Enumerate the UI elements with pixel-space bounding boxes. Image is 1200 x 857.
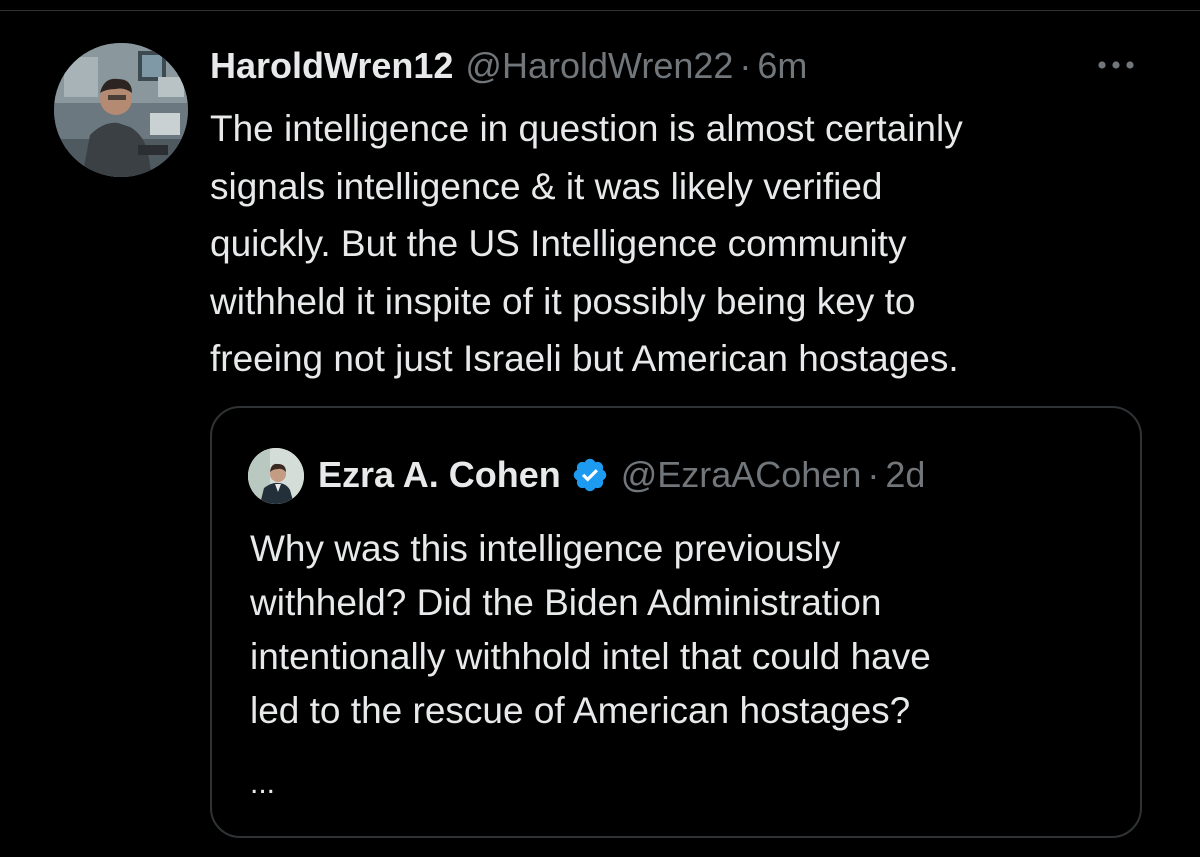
quoted-author-avatar-image — [248, 448, 304, 504]
quoted-author-avatar[interactable] — [248, 448, 304, 504]
quoted-tweet-text: Why was this intelligence previously wit… — [250, 528, 931, 731]
quoted-author-handle[interactable]: @EzraACohen — [621, 452, 862, 498]
quoted-tweet-truncation: ... — [250, 767, 276, 800]
author-avatar[interactable] — [54, 43, 188, 177]
tweet-timestamp[interactable]: 6m — [757, 44, 807, 88]
quoted-header-separator: · — [867, 454, 880, 495]
author-display-name[interactable]: HaroldWren12 — [210, 44, 453, 88]
author-handle[interactable]: @HaroldWren22 — [465, 44, 733, 88]
quoted-author-display-name[interactable]: Ezra A. Cohen — [318, 452, 561, 498]
tweet-text: The intelligence in question is almost c… — [210, 108, 963, 379]
more-horizontal-icon — [1098, 61, 1134, 69]
author-avatar-image — [54, 43, 188, 177]
header-separator: · — [739, 45, 752, 86]
quoted-tweet-timestamp[interactable]: 2d — [885, 452, 925, 498]
quoted-tweet[interactable]: Ezra A. Cohen @EzraACohen · 2d Why was t… — [210, 406, 1142, 838]
tweet-header: HaroldWren12 @HaroldWren22 · 6m — [210, 44, 807, 88]
more-button[interactable] — [1092, 50, 1140, 80]
quoted-tweet-header: Ezra A. Cohen @EzraACohen · 2d — [318, 452, 925, 498]
verified-badge-icon[interactable] — [571, 456, 609, 494]
tweet[interactable]: HaroldWren12 @HaroldWren22 · 6m The inte… — [0, 0, 1200, 857]
